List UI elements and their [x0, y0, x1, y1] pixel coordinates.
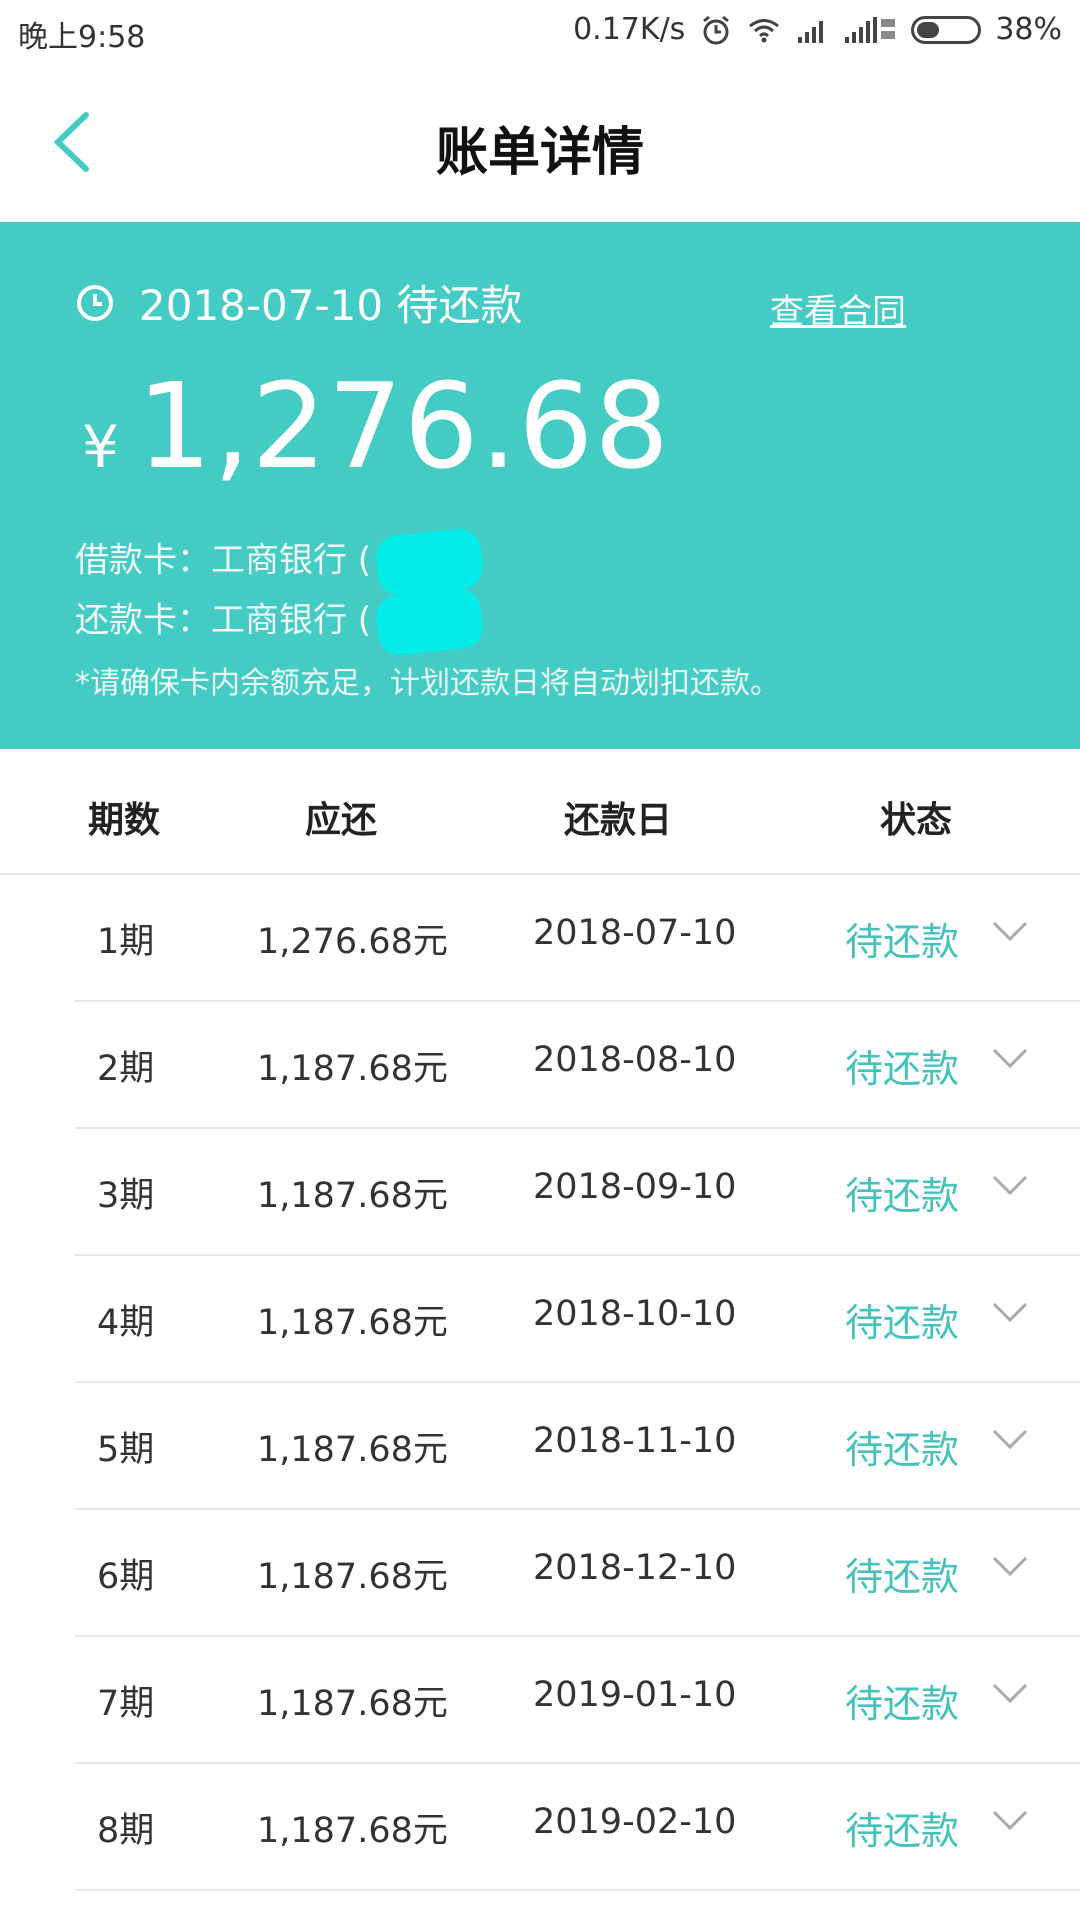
auto-deduct-note: *请确保卡内余额充足，计划还款日将自动划扣还款。: [75, 666, 780, 701]
due-amount: 1,276.68: [136, 357, 671, 495]
status-cell: 待还款: [845, 1682, 960, 1726]
battery-percent: 38%: [995, 12, 1062, 47]
status-cell: 待还款: [845, 1047, 960, 1091]
loan-card-label: 借款卡：工商银行 (: [75, 540, 372, 581]
redaction-mark: [374, 526, 485, 598]
due-line: 2018-07-10 待还款: [75, 272, 522, 333]
repay-card-info: 还款卡：工商银行 (: [75, 586, 485, 658]
amount-cell: 1,187.68元: [257, 1049, 448, 1089]
status-cell: 待还款: [845, 1428, 960, 1472]
table-row[interactable]: 1期 1,276.68元 2018-07-10 待还款: [75, 875, 1080, 1002]
table-row[interactable]: 5期 1,187.68元 2018-11-10 待还款: [75, 1383, 1080, 1510]
status-cell: 待还款: [845, 1174, 960, 1218]
alarm-icon: [703, 15, 730, 44]
wifi-icon: [749, 18, 780, 42]
header-period: 期数: [88, 800, 161, 841]
table-row[interactable]: 4期 1,187.68元 2018-10-10 待还款: [75, 1256, 1080, 1383]
redaction-mark: [374, 586, 485, 658]
due-date-label: 2018-07-10 待还款: [139, 281, 523, 330]
header-status: 状态: [880, 800, 953, 841]
status-bar: 晚上9:58 0.17K/s 38%: [0, 0, 1080, 62]
table-row[interactable]: 8期 1,187.68元 2019-02-10 待还款: [75, 1764, 1080, 1891]
table-header: 期数 应还 还款日 状态: [0, 749, 1080, 875]
signal-icon: [798, 20, 824, 43]
header-amount: 应还: [305, 800, 378, 841]
chevron-down-icon[interactable]: [990, 1044, 1030, 1072]
status-time: 晚上9:58: [18, 20, 146, 55]
date-cell: 2018-11-10: [533, 1421, 737, 1461]
amount-cell: 1,187.68元: [257, 1176, 448, 1216]
period-cell: 8期: [97, 1811, 155, 1851]
status-cell: 待还款: [845, 1555, 960, 1599]
battery-fill: [917, 21, 940, 38]
status-cell: 待还款: [845, 920, 960, 964]
period-cell: 5期: [97, 1430, 155, 1470]
bill-summary-card: 2018-07-10 待还款 查看合同 ¥ 1,276.68 借款卡：工商银行 …: [0, 222, 1080, 749]
amount-cell: 1,187.68元: [257, 1303, 448, 1343]
chevron-down-icon[interactable]: [990, 1552, 1030, 1580]
date-cell: 2018-10-10: [533, 1294, 737, 1334]
status-right-group: 0.17K/s 38%: [573, 12, 1062, 47]
battery-icon: [911, 15, 982, 44]
period-cell: 6期: [97, 1557, 155, 1597]
repay-card-label: 还款卡：工商银行 (: [75, 600, 372, 641]
date-cell: 2018-07-10: [533, 913, 737, 953]
chevron-down-icon[interactable]: [990, 1806, 1030, 1834]
currency-symbol: ¥: [82, 413, 119, 481]
date-cell: 2018-09-10: [533, 1167, 737, 1207]
amount-cell: 1,187.68元: [257, 1557, 448, 1597]
amount-cell: 1,187.68元: [257, 1430, 448, 1470]
chevron-down-icon[interactable]: [990, 917, 1030, 945]
chevron-down-icon[interactable]: [990, 1298, 1030, 1326]
loan-card-info: 借款卡：工商银行 (: [75, 526, 485, 598]
period-cell: 3期: [97, 1176, 155, 1216]
table-row[interactable]: 6期 1,187.68元 2018-12-10 待还款: [75, 1510, 1080, 1637]
network-speed: 0.17K/s: [573, 12, 686, 47]
date-cell: 2019-02-10: [533, 1802, 737, 1842]
status-cell: 待还款: [845, 1809, 960, 1853]
status-cell: 待还款: [845, 1301, 960, 1345]
date-cell: 2018-08-10: [533, 1040, 737, 1080]
page-title: 账单详情: [435, 123, 644, 183]
period-cell: 7期: [97, 1684, 155, 1724]
table-row[interactable]: 2期 1,187.68元 2018-08-10 待还款: [75, 1002, 1080, 1129]
date-cell: 2018-12-10: [533, 1548, 737, 1588]
amount-cell: 1,276.68元: [257, 922, 448, 962]
period-cell: 4期: [97, 1303, 155, 1343]
chevron-down-icon[interactable]: [990, 1679, 1030, 1707]
period-cell: 2期: [97, 1049, 155, 1089]
amount-cell: 1,187.68元: [257, 1684, 448, 1724]
chevron-down-icon[interactable]: [990, 1171, 1030, 1199]
amount-line: ¥ 1,276.68: [82, 357, 670, 495]
clock-icon: [77, 284, 113, 321]
chevron-down-icon[interactable]: [990, 1425, 1030, 1453]
table-row[interactable]: 3期 1,187.68元 2018-09-10 待还款: [75, 1129, 1080, 1256]
header-date: 还款日: [564, 800, 673, 841]
amount-cell: 1,187.68元: [257, 1811, 448, 1851]
signal-3g-icon: [845, 16, 896, 43]
view-contract-link[interactable]: 查看合同: [770, 284, 906, 333]
date-cell: 2019-01-10: [533, 1675, 737, 1715]
period-cell: 1期: [97, 922, 155, 962]
table-row[interactable]: 7期 1,187.68元 2019-01-10 待还款: [75, 1637, 1080, 1764]
nav-bar: 账单详情: [0, 62, 1080, 222]
installment-list: 1期 1,276.68元 2018-07-10 待还款 2期 1,187.68元…: [0, 875, 1080, 1891]
